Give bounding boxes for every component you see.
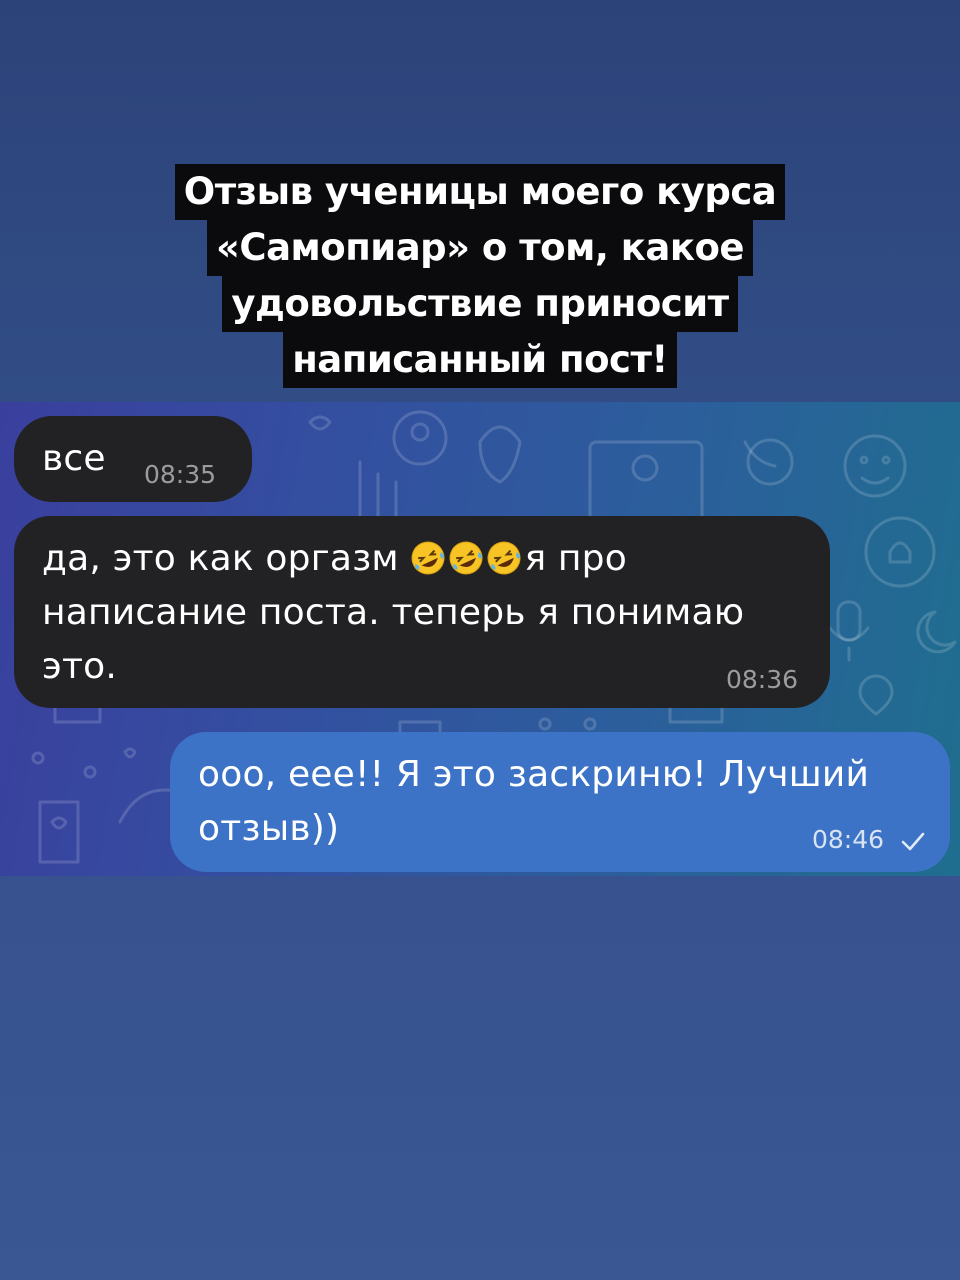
story-caption: Отзыв ученицы моего курса «Самопиар» о т…: [0, 164, 960, 388]
message-time: 08:36: [725, 665, 798, 694]
incoming-message[interactable]: все 08:35: [14, 416, 252, 502]
caption-line: написанный пост!: [283, 332, 677, 388]
rolling-on-floor-laughing-icon: [449, 541, 483, 575]
check-icon: [901, 832, 925, 851]
message-text: да, это как оргазм я про написание поста…: [42, 532, 822, 694]
caption-line: Отзыв ученицы моего курса: [174, 164, 786, 220]
message-text-part: да, это как оргазм: [42, 538, 411, 579]
incoming-message[interactable]: да, это как оргазм я про написание поста…: [14, 516, 830, 708]
rolling-on-floor-laughing-icon: [487, 541, 521, 575]
message-text: все: [42, 438, 106, 479]
chat-screenshot: все 08:35 да, это как оргазм я про напис…: [0, 402, 960, 876]
caption-line: «Самопиар» о том, какое: [207, 220, 753, 276]
message-time: 08:46: [811, 825, 884, 854]
caption-line: удовольствие приносит: [222, 276, 738, 332]
outgoing-message[interactable]: ооо, еее!! Я это заскриню! Лучший отзыв)…: [170, 732, 950, 872]
message-time: 08:35: [144, 460, 217, 489]
rolling-on-floor-laughing-icon: [411, 541, 445, 575]
